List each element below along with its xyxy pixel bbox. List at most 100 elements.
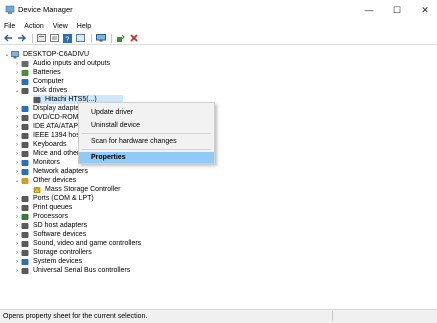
category-item[interactable]: › Ports (COM & LPT) bbox=[13, 194, 94, 203]
category-item[interactable]: › Storage controllers bbox=[13, 248, 92, 257]
port-icon bbox=[21, 195, 29, 202]
expand-chevron-icon[interactable]: › bbox=[13, 124, 21, 130]
menu-action[interactable]: Action bbox=[24, 23, 43, 30]
computer-icon bbox=[11, 50, 19, 58]
toolbar-separator bbox=[91, 33, 92, 43]
menu-view[interactable]: View bbox=[53, 23, 68, 30]
tree-item-label: Universal Serial Bus controllers bbox=[33, 267, 131, 274]
menu-bar: File Action View Help bbox=[0, 20, 437, 32]
storage-icon bbox=[21, 249, 29, 256]
device-manager-icon bbox=[5, 5, 15, 14]
status-text: Opens property sheet for the current sel… bbox=[3, 313, 148, 320]
scan-hardware-menu-item[interactable]: Scan for hardware changes bbox=[79, 136, 214, 147]
processor-icon bbox=[21, 213, 29, 220]
category-item[interactable]: ⌄ Other devices bbox=[13, 176, 76, 185]
expand-chevron-icon[interactable]: › bbox=[13, 196, 21, 202]
forward-icon[interactable] bbox=[16, 33, 27, 43]
context-menu: Update driver Uninstall device Scan for … bbox=[78, 102, 215, 164]
category-item[interactable]: › Audio inputs and outputs bbox=[13, 59, 110, 68]
expand-chevron-icon[interactable]: › bbox=[13, 214, 21, 220]
expand-chevron-icon[interactable]: › bbox=[13, 232, 21, 238]
device-tree: ⌄ DESKTOP-C6ADIVU › Audio inputs and outp… bbox=[0, 46, 437, 309]
tree-item-label: Sound, video and game controllers bbox=[33, 240, 142, 247]
collapse-chevron-icon[interactable]: ⌄ bbox=[13, 87, 21, 94]
status-bar-divider bbox=[332, 311, 333, 321]
minimize-button[interactable]: — bbox=[355, 0, 383, 20]
expand-chevron-icon[interactable]: › bbox=[13, 61, 21, 67]
menu-file[interactable]: File bbox=[4, 23, 15, 30]
window-title: Device Manager bbox=[18, 5, 73, 14]
category-item[interactable]: › Computer bbox=[13, 77, 64, 86]
expand-chevron-icon[interactable]: › bbox=[13, 79, 21, 85]
update-driver-menu-item[interactable]: Update driver bbox=[79, 107, 214, 118]
monitor-icon bbox=[21, 159, 29, 166]
expand-chevron-icon[interactable]: › bbox=[13, 223, 21, 229]
expand-chevron-icon[interactable]: › bbox=[13, 205, 21, 211]
expand-chevron-icon[interactable]: › bbox=[13, 268, 21, 274]
category-item[interactable]: ⌄ Disk drives bbox=[13, 86, 67, 95]
uninstall-icon[interactable] bbox=[128, 33, 139, 43]
system-icon bbox=[21, 258, 29, 265]
monitor-icon[interactable] bbox=[95, 33, 106, 43]
expand-chevron-icon[interactable]: › bbox=[13, 106, 21, 112]
expand-chevron-icon[interactable]: › bbox=[13, 250, 21, 256]
category-item[interactable]: › System devices bbox=[13, 257, 82, 266]
category-item[interactable]: › Batteries bbox=[13, 68, 61, 77]
device-item[interactable]: Mass Storage Controller bbox=[33, 185, 120, 194]
category-item[interactable]: › Monitors bbox=[13, 158, 60, 167]
tree-item-label: Batteries bbox=[33, 69, 61, 76]
category-item[interactable]: › Universal Serial Bus controllers bbox=[13, 266, 130, 275]
expand-chevron-icon[interactable]: › bbox=[13, 133, 21, 139]
toolbar-separator bbox=[32, 33, 33, 43]
category-item[interactable]: › Network adapters bbox=[13, 167, 88, 176]
usb-icon bbox=[21, 267, 29, 274]
back-icon[interactable] bbox=[3, 33, 14, 43]
category-item[interactable]: › DVD/CD-ROM dr bbox=[13, 113, 87, 122]
printer-icon bbox=[21, 204, 29, 211]
tree-root[interactable]: ⌄ DESKTOP-C6ADIVU bbox=[3, 50, 89, 59]
update-driver-icon[interactable] bbox=[115, 33, 126, 43]
tree-item-label: System devices bbox=[33, 258, 83, 265]
expand-chevron-icon[interactable]: › bbox=[13, 142, 21, 148]
category-item[interactable]: › SD host adapters bbox=[13, 221, 87, 230]
tree-item-label: Mass Storage Controller bbox=[45, 186, 121, 193]
collapse-chevron-icon[interactable]: ⌄ bbox=[13, 177, 21, 184]
expand-chevron-icon[interactable]: › bbox=[13, 169, 21, 175]
expand-chevron-icon[interactable]: › bbox=[13, 151, 21, 157]
expand-chevron-icon[interactable]: › bbox=[13, 259, 21, 265]
category-item[interactable]: › Software devices bbox=[13, 230, 86, 239]
tree-item-label: Software devices bbox=[33, 231, 87, 238]
maximize-button[interactable]: ☐ bbox=[383, 0, 411, 20]
other-devices-icon bbox=[21, 177, 29, 184]
expand-chevron-icon[interactable]: › bbox=[13, 241, 21, 247]
sound-icon bbox=[21, 240, 29, 247]
keyboard-icon bbox=[21, 141, 29, 148]
tree-item-label: Audio inputs and outputs bbox=[33, 60, 111, 67]
expand-chevron-icon[interactable]: › bbox=[13, 70, 21, 76]
category-item[interactable]: › Processors bbox=[13, 212, 68, 221]
properties-menu-item[interactable]: Properties bbox=[79, 152, 214, 163]
category-item[interactable]: › Keyboards bbox=[13, 140, 66, 149]
computer-icon bbox=[21, 78, 29, 85]
tree-item-label: Storage controllers bbox=[33, 249, 92, 256]
toolbar: ? bbox=[0, 32, 437, 45]
network-icon bbox=[21, 168, 29, 175]
uninstall-device-menu-item[interactable]: Uninstall device bbox=[79, 120, 214, 131]
menu-help[interactable]: Help bbox=[77, 23, 91, 30]
display-icon bbox=[21, 105, 29, 112]
collapse-chevron-icon[interactable]: ⌄ bbox=[3, 51, 11, 58]
category-item[interactable]: › Sound, video and game controllers bbox=[13, 239, 141, 248]
help-icon[interactable]: ? bbox=[62, 33, 73, 43]
category-item[interactable]: › Print queues bbox=[13, 203, 72, 212]
show-hidden-icon[interactable] bbox=[36, 33, 47, 43]
view-icon[interactable] bbox=[75, 33, 86, 43]
close-button[interactable]: ✕ bbox=[411, 0, 437, 20]
tree-item-label: Network adapters bbox=[33, 168, 88, 175]
status-bar: Opens property sheet for the current sel… bbox=[0, 309, 437, 323]
tree-item-label: Ports (COM & LPT) bbox=[33, 195, 94, 202]
expand-chevron-icon[interactable]: › bbox=[13, 115, 21, 121]
tree-root-label: DESKTOP-C6ADIVU bbox=[23, 51, 89, 58]
category-item[interactable]: › Display adapters bbox=[13, 104, 85, 113]
expand-chevron-icon[interactable]: › bbox=[13, 160, 21, 166]
properties-icon[interactable] bbox=[49, 33, 60, 43]
